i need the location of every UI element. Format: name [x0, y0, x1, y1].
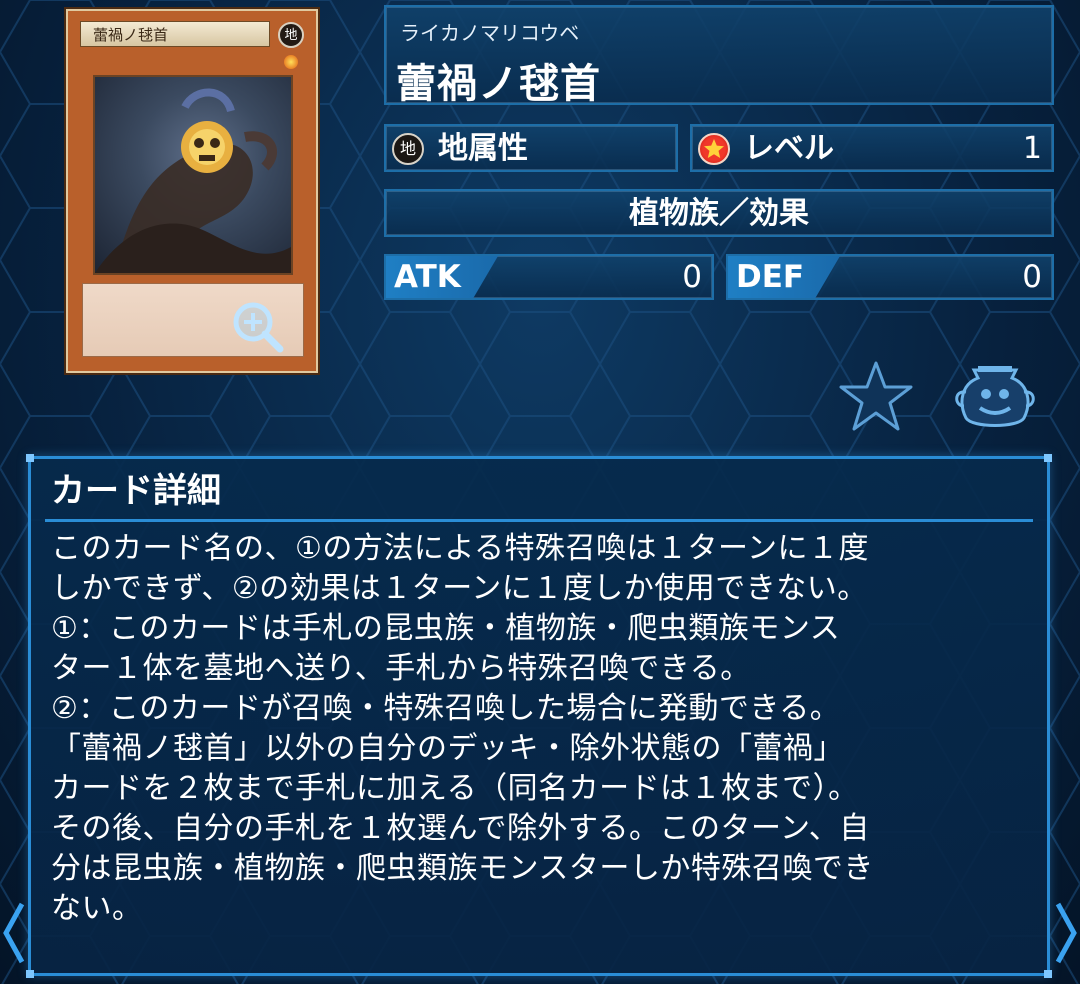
attribute-panel: 地 地属性: [384, 124, 678, 172]
panel-corner: [1044, 970, 1052, 978]
atk-value: 0: [682, 259, 702, 295]
def-label: DEF: [736, 259, 805, 295]
earth-attribute-icon: 地: [392, 133, 424, 165]
pot-of-greed-icon[interactable]: [952, 362, 1038, 434]
card-artwork: [93, 75, 293, 275]
panel-corner: [26, 454, 34, 462]
effect-line: その後、自分の手札を１枚選んで除外する。このターン、自: [51, 811, 870, 846]
effect-line: ター１体を墓地へ送り、手札から特殊召喚できる。: [51, 651, 751, 686]
level-star-icon: [698, 133, 730, 165]
atk-label: ATK: [394, 259, 461, 295]
atk-panel: ATK 0: [384, 254, 714, 300]
card-name-ruby: ライカノマリコウベ: [400, 21, 580, 45]
chevron-left-icon[interactable]: [0, 900, 26, 966]
star-icon[interactable]: [838, 360, 914, 432]
panel-corner: [26, 970, 34, 978]
card-name-panel: ライカノマリコウベ 蕾禍ノ毬首: [384, 5, 1054, 107]
attribute-label: 地属性: [438, 131, 528, 166]
effect-line: ②：このカードが召喚・特殊召喚した場合に発動できる。: [51, 691, 841, 726]
effect-line: 「蕾禍ノ毬首」以外の自分のデッキ・除外状態の「蕾禍」: [51, 731, 844, 766]
effect-line: ①：このカードは手札の昆虫族・植物族・爬虫類族モンス: [51, 611, 841, 646]
level-panel: レベル 1: [690, 124, 1054, 172]
def-panel: DEF 0: [726, 254, 1054, 300]
card-image-name: 蕾禍ノ毬首: [80, 21, 270, 47]
effect-line: しかできず、②の効果は１ターンに１度しか使用できない。: [51, 571, 868, 606]
def-value: 0: [1022, 259, 1042, 295]
card-image-attribute: 地: [278, 22, 304, 48]
monster-type: 植物族／効果: [629, 196, 809, 231]
card-name-title: 蕾禍ノ毬首: [396, 61, 601, 107]
card-image-level-star: [284, 55, 298, 69]
card-effect-text: このカード名の、①の方法による特殊召喚は１ターンに１度 しかできず、②の効果は１…: [51, 529, 1027, 929]
card-detail-panel[interactable]: カード詳細 このカード名の、①の方法による特殊召喚は１ターンに１度 しかできず、…: [26, 454, 1052, 978]
level-value: 1: [1022, 131, 1042, 166]
level-label: レベル: [744, 131, 834, 166]
panel-corner: [1044, 454, 1052, 462]
effect-line: このカード名の、①の方法による特殊召喚は１ターンに１度: [51, 531, 869, 566]
type-panel: 植物族／効果: [384, 189, 1054, 237]
divider: [45, 519, 1033, 522]
effect-line: カードを２枚まで手札に加える（同名カードは１枚まで）。: [51, 771, 859, 806]
effect-line: ない。: [51, 891, 143, 926]
effect-line: 分は昆虫族・植物族・爬虫類族モンスターしか特殊召喚でき: [51, 851, 874, 886]
card-detail-title: カード詳細: [51, 471, 221, 511]
card-image[interactable]: 蕾禍ノ毬首 地: [66, 9, 318, 373]
zoom-in-icon[interactable]: [230, 299, 286, 355]
chevron-right-icon[interactable]: [1054, 900, 1080, 966]
